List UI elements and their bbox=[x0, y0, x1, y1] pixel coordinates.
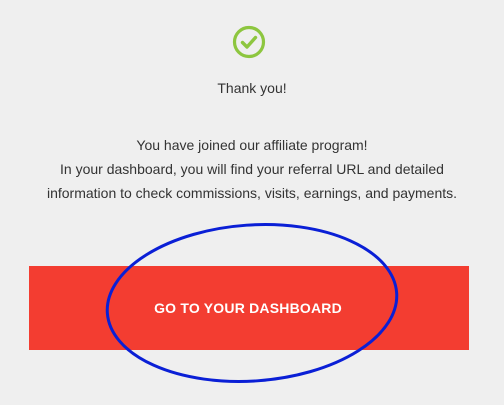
go-to-dashboard-button[interactable]: GO TO YOUR DASHBOARD bbox=[29, 266, 469, 350]
check-circle-icon bbox=[232, 25, 266, 59]
message-line: You have joined our affiliate program! bbox=[136, 137, 368, 153]
message-line: In your dashboard, you will find your re… bbox=[60, 161, 444, 177]
message-line: information to check commissions, visits… bbox=[46, 185, 458, 201]
dashboard-button-label: GO TO YOUR DASHBOARD bbox=[154, 300, 342, 316]
thank-you-heading: Thank you! bbox=[217, 80, 287, 96]
confirmation-message: You have joined our affiliate program! I… bbox=[0, 133, 504, 205]
